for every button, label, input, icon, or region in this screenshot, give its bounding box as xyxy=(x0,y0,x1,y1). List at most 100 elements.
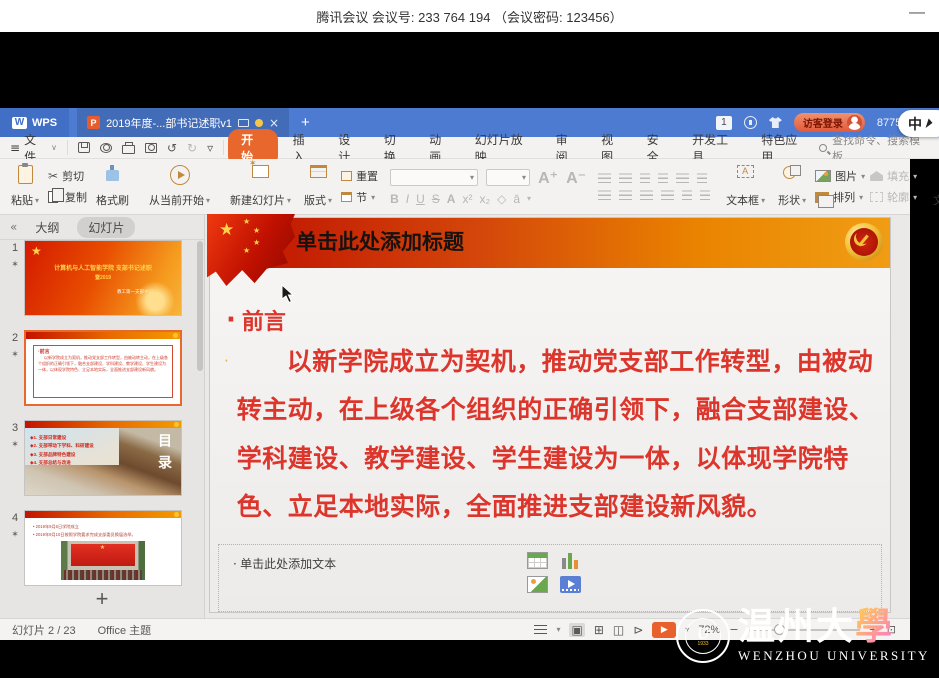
panel-scrollbar[interactable] xyxy=(197,241,203,371)
insert-picture-icon[interactable] xyxy=(527,576,548,593)
slide-thumbnail-3[interactable]: ◆1. 支部日常建设 ◆2. 支部带动下学科、科研建设 ◆3. 支部品牌特色建设… xyxy=(24,420,182,496)
align-right-icon[interactable] xyxy=(640,190,653,200)
ime-indicator[interactable]: 中 xyxy=(898,110,939,137)
new-tab-button[interactable]: + xyxy=(301,114,310,131)
shapes-button[interactable]: 形状▾ xyxy=(774,163,810,210)
section-button[interactable]: 节▾ xyxy=(341,189,378,205)
insert-media-icon[interactable] xyxy=(560,576,581,593)
meeting-title: 腾讯会议 会议号: 233 764 194 （会议密码: 123456） xyxy=(316,7,622,26)
star-icon: ★ xyxy=(243,217,250,226)
numbered-list-icon[interactable] xyxy=(619,173,632,183)
justify-icon[interactable] xyxy=(661,190,674,200)
slide-indicator: 幻灯片 2 / 23 xyxy=(12,622,76,638)
increase-indent-icon[interactable] xyxy=(658,173,668,183)
print-preview-button[interactable] xyxy=(145,143,157,153)
slide-panel: « 大纲 幻灯片 1 ✶ ★ 计算机与人工智能学院 支部书记述职 暨2019 教… xyxy=(0,215,205,618)
decrease-indent-icon[interactable] xyxy=(640,173,650,183)
textbox-button[interactable]: 文本框▾ xyxy=(722,163,769,210)
text-placeholder-label[interactable]: · 单击此处添加文本 xyxy=(233,555,336,572)
font-color-button[interactable]: A xyxy=(447,192,456,206)
slide-title-placeholder[interactable]: 单击此处添加标题 xyxy=(296,218,464,268)
shapes-icon xyxy=(783,165,801,179)
increase-font-button[interactable]: A⁺ xyxy=(538,168,558,188)
slide-thumbnail-4[interactable]: • 2019年9月6日学院成立 • 2019年9月10日按照学院要求完成支部委员… xyxy=(24,510,182,586)
subscript-button[interactable]: x₂ xyxy=(479,192,490,206)
normal-view-button[interactable]: ▣ xyxy=(569,623,584,637)
tab-slides[interactable]: 幻灯片 xyxy=(77,217,135,238)
fill-button[interactable]: 填充▾ xyxy=(870,168,917,184)
skin-center-icon[interactable] xyxy=(769,117,782,128)
mouse-cursor-icon xyxy=(926,118,934,129)
cut-button[interactable]: ✂ 剪切 xyxy=(48,168,87,184)
outline-button[interactable]: 轮廓▾ xyxy=(870,189,917,205)
tab-outline[interactable]: 大纲 xyxy=(35,219,59,236)
presentation-monitor-icon[interactable] xyxy=(238,119,249,127)
reading-view-button[interactable]: ◫ xyxy=(613,623,624,637)
align-left-icon[interactable] xyxy=(598,190,611,200)
new-slide-button[interactable]: 新建幻灯片▾ xyxy=(226,163,295,210)
content-placeholder[interactable]: · 单击此处添加文本 xyxy=(218,544,882,612)
play-from-current-button[interactable]: 从当前开始▾ xyxy=(145,163,214,210)
arrange-button[interactable]: 排列▾ xyxy=(815,189,865,205)
slide-thumbnail-2[interactable]: ·前言 以新学院成立为契机，推动党支部工作转型，由被动转主动，在上级各个组织的正… xyxy=(24,330,182,406)
clear-format-icon[interactable]: ◇ xyxy=(497,192,506,206)
bullet-list-icon[interactable] xyxy=(598,173,611,183)
format-painter-button[interactable]: 格式刷 xyxy=(92,163,133,210)
collapse-panel-button[interactable]: « xyxy=(10,220,17,234)
notes-icon[interactable] xyxy=(534,625,547,634)
party-emblem-icon xyxy=(845,223,883,261)
star-icon: ★ xyxy=(253,238,260,247)
save-button[interactable] xyxy=(78,142,90,153)
projector-view-button[interactable]: ⊳ xyxy=(633,623,643,637)
columns-icon[interactable] xyxy=(700,190,710,200)
align-center-icon[interactable] xyxy=(619,190,632,200)
minimize-button[interactable]: — xyxy=(909,4,925,22)
current-slide[interactable]: 单击此处添加标题 ★ ★ ★ ★ ★ · 前言 · xyxy=(210,218,890,612)
slide-number: 4 xyxy=(12,512,18,524)
reset-button[interactable]: 重置 xyxy=(341,168,378,184)
bold-button[interactable]: B xyxy=(390,192,399,206)
font-size-select[interactable]: ▾ xyxy=(486,169,530,186)
phonetic-guide-button[interactable]: ā xyxy=(513,192,520,206)
strikethrough-button[interactable]: S xyxy=(432,192,440,206)
undo-button[interactable]: ↺ xyxy=(167,141,177,155)
textbox-icon xyxy=(737,165,754,178)
customize-toolbar-icon[interactable]: ▿ xyxy=(207,141,213,155)
print-button[interactable] xyxy=(122,142,135,154)
slideshow-play-button[interactable]: ▶ xyxy=(652,622,676,638)
redo-button[interactable]: ↻ xyxy=(187,141,197,155)
font-name-select[interactable]: ▾ xyxy=(390,169,478,186)
slide-thumbnail-1[interactable]: ★ 计算机与人工智能学院 支部书记述职 暨2019 教工第一支部书记 xyxy=(24,240,182,316)
slide-body-text[interactable]: · 以新学院成立为契机，推动党支部工作转型，由被动转主动，在上级各个组织的正确引… xyxy=(224,338,876,531)
thumb-header-bar xyxy=(25,421,181,428)
paste-button[interactable]: 粘贴▾ xyxy=(7,163,43,210)
docer-icon[interactable] xyxy=(744,116,757,129)
doc-assistant-button[interactable]: 文档助手 xyxy=(929,163,939,210)
file-menu[interactable]: ≡ 文件 ∨ xyxy=(0,140,68,155)
theme-name[interactable]: Office 主题 xyxy=(98,622,152,638)
line-spacing-icon[interactable] xyxy=(676,173,689,183)
window-count-badge[interactable]: 1 xyxy=(716,116,732,130)
slide-title-bar[interactable]: 单击此处添加标题 xyxy=(210,218,890,268)
underline-button[interactable]: U xyxy=(416,192,425,206)
decrease-font-button[interactable]: A⁻ xyxy=(566,168,586,188)
university-seal-icon: U 1933 xyxy=(676,609,730,663)
copy-button[interactable]: 复制 xyxy=(48,189,87,205)
tab-close-icon[interactable]: × xyxy=(269,116,279,130)
insert-chart-icon[interactable] xyxy=(560,552,581,569)
slide-sorter-button[interactable]: ⊞ xyxy=(594,623,604,637)
slide-thumbnail-row: 3 ✶ ◆1. 支部日常建设 ◆2. 支部带动下学科、科研建设 ◆3. 支部品牌… xyxy=(6,420,182,496)
guest-login-button[interactable]: 访客登录 xyxy=(794,113,865,132)
italic-button[interactable]: I xyxy=(406,192,409,206)
picture-button[interactable]: 图片▾ xyxy=(815,168,865,184)
section-icon xyxy=(341,192,352,202)
add-slide-button[interactable]: + xyxy=(0,586,204,612)
text-direction-icon[interactable] xyxy=(697,173,707,183)
slide-section-heading[interactable]: · 前言 xyxy=(226,304,286,336)
superscript-button[interactable]: x² xyxy=(462,192,472,206)
layout-button[interactable]: 版式▾ xyxy=(300,163,336,210)
export-button[interactable] xyxy=(100,143,112,153)
tip-bulb-icon[interactable] xyxy=(255,119,263,127)
insert-table-icon[interactable] xyxy=(527,552,548,569)
distribute-icon[interactable] xyxy=(682,190,692,200)
